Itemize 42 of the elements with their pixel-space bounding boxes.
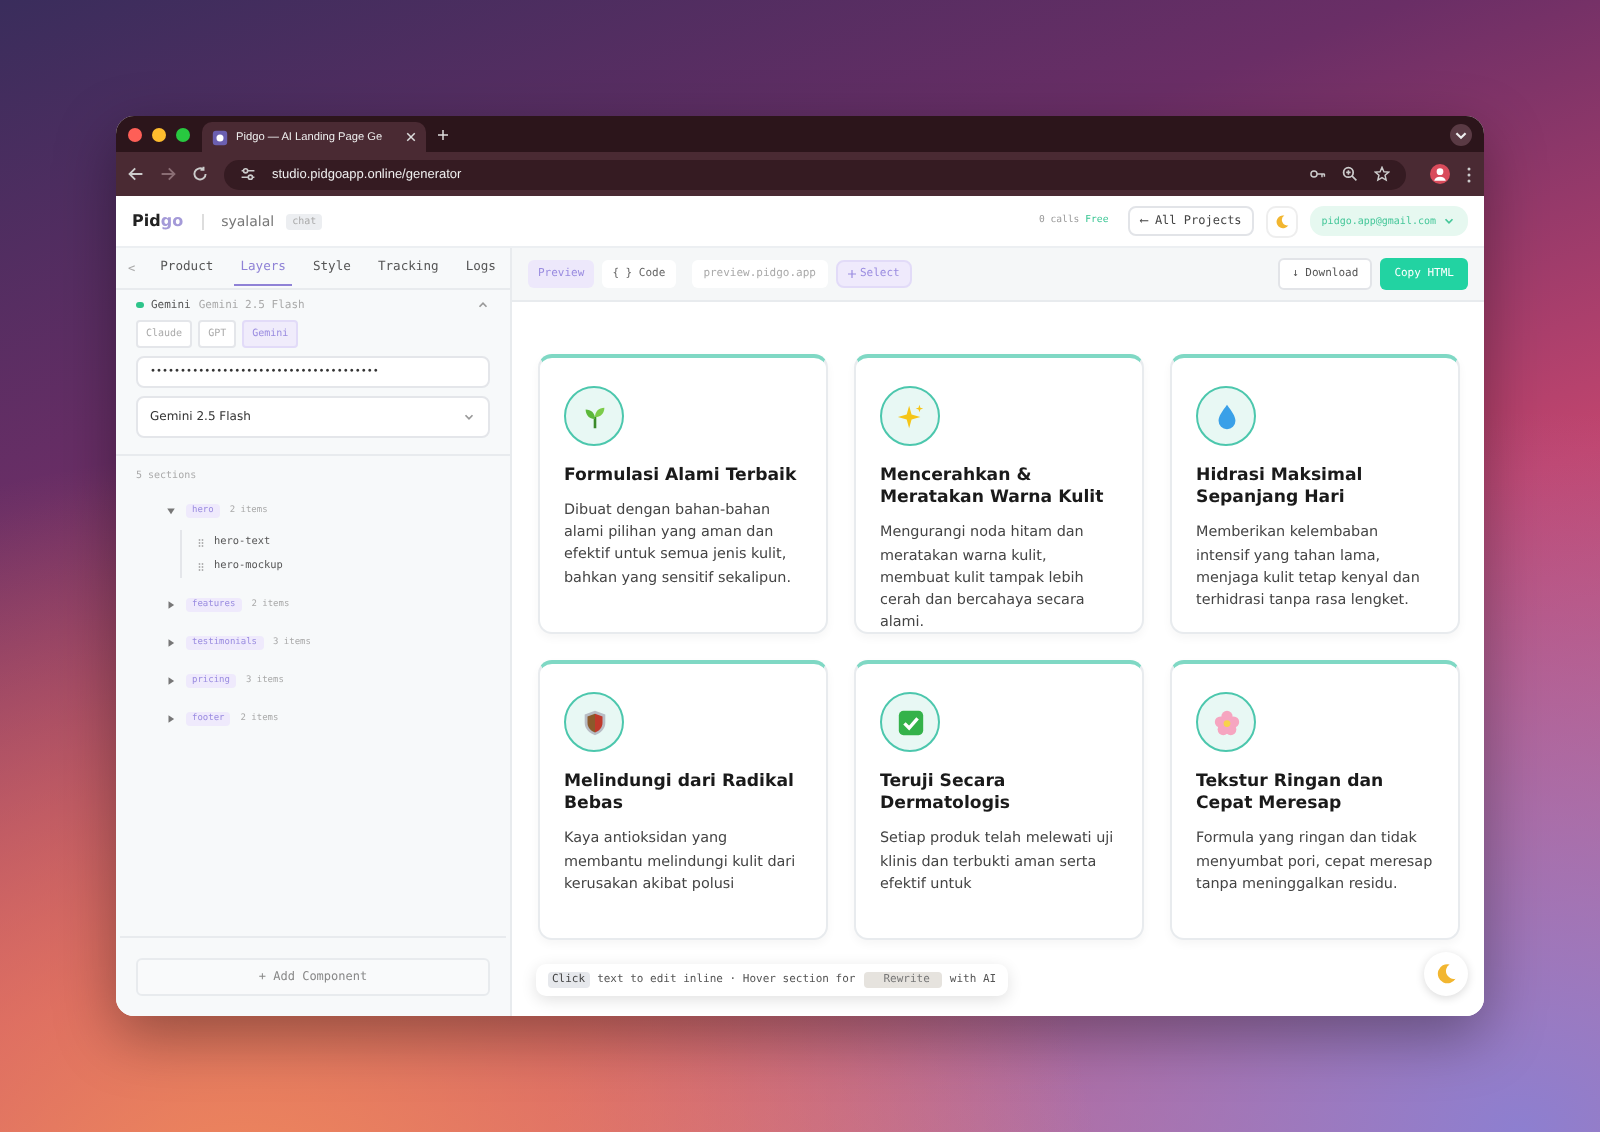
theme-toggle-button[interactable] bbox=[1265, 205, 1298, 237]
card-title: Teruji Secara Dermatologis bbox=[880, 772, 1013, 817]
browser-menu-icon[interactable] bbox=[1466, 165, 1472, 183]
card-title: Tekstur Ringan dan Cepat Meresap bbox=[1196, 772, 1386, 817]
card-title: Mencerahkan & Meratakan Warna Kulit bbox=[880, 466, 1106, 511]
card-title: Melindungi dari Radikal Bebas bbox=[564, 772, 796, 817]
sprout-icon bbox=[564, 386, 624, 446]
expand-toggle-icon[interactable] bbox=[166, 600, 176, 610]
check-icon bbox=[880, 692, 940, 752]
minimize-window-button[interactable] bbox=[152, 127, 166, 141]
sparkle-icon bbox=[880, 386, 940, 446]
tab-list-icon[interactable] bbox=[1450, 123, 1472, 145]
reload-icon[interactable] bbox=[192, 166, 208, 182]
site-settings-icon[interactable] bbox=[240, 166, 256, 182]
expand-toggle-icon[interactable] bbox=[166, 676, 176, 686]
forward-icon[interactable] bbox=[160, 166, 176, 182]
expand-toggle-icon[interactable] bbox=[166, 714, 176, 724]
chevron-down-icon bbox=[1442, 214, 1456, 228]
moon-icon bbox=[1273, 213, 1290, 229]
logo-text[interactable]: Pidgo bbox=[132, 212, 184, 230]
bookmark-star-icon[interactable] bbox=[1374, 166, 1390, 182]
key-icon[interactable] bbox=[1310, 166, 1326, 182]
plus-icon bbox=[847, 270, 856, 278]
new-tab-icon[interactable] bbox=[438, 129, 448, 139]
close-icon[interactable] bbox=[406, 132, 416, 142]
expand-toggle-icon[interactable] bbox=[166, 638, 176, 648]
moon-icon bbox=[1434, 962, 1458, 986]
zoom-icon[interactable] bbox=[1342, 166, 1358, 182]
chevron-down-icon bbox=[462, 410, 476, 424]
theme-toggle-button[interactable] bbox=[1424, 952, 1468, 996]
close-window-button[interactable] bbox=[128, 127, 142, 141]
card-title: Hidrasi Maksimal Sepanjang Hari bbox=[1196, 466, 1365, 511]
collapse-chevron-icon[interactable] bbox=[476, 298, 490, 312]
droplet-icon bbox=[1196, 386, 1256, 446]
card-title: Formulasi Alami Terbaik bbox=[564, 466, 799, 489]
shield-icon bbox=[564, 692, 624, 752]
back-icon[interactable] bbox=[128, 166, 144, 182]
expand-toggle-icon[interactable] bbox=[166, 506, 176, 516]
profile-avatar-icon[interactable] bbox=[1430, 164, 1450, 184]
flower-icon bbox=[1196, 692, 1256, 752]
site-icon bbox=[212, 129, 228, 145]
maximize-window-button[interactable] bbox=[176, 127, 190, 141]
